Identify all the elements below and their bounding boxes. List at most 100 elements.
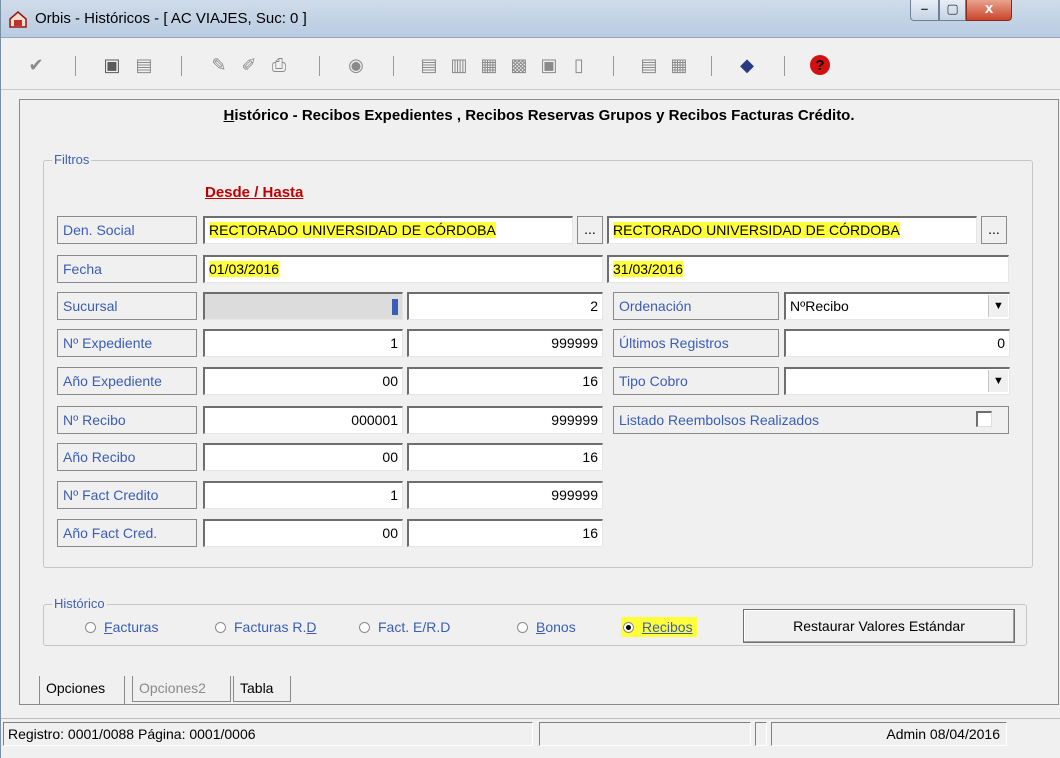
radio-dot	[623, 621, 634, 633]
ano-recibo-from-input[interactable]: 00	[203, 443, 403, 471]
n-fact-credito-from-input[interactable]: 1	[203, 481, 403, 509]
status-record-page: Registro: 0001/0088 Página: 0001/0006	[3, 722, 533, 746]
radio-recibos-label: ecibos	[652, 619, 693, 635]
check-icon[interactable]: ✔	[23, 52, 49, 78]
doc3-icon[interactable]: ▦	[476, 52, 502, 78]
den-social-to-input[interactable]: RECTORADO UNIVERSIDAD DE CÓRDOBA	[607, 216, 977, 244]
svg-text:?: ?	[815, 57, 824, 74]
app-icon	[9, 11, 27, 28]
book-icon[interactable]: ◆	[734, 52, 760, 78]
radio-recibos[interactable]: Recibos	[621, 617, 697, 637]
toolbar-separator	[75, 56, 76, 76]
den-social-from-input[interactable]: RECTORADO UNIVERSIDAD DE CÓRDOBA	[203, 216, 573, 244]
status-bar: Registro: 0001/0088 Página: 0001/0006 Ad…	[1, 718, 1060, 748]
page-title: Histórico - Recibos Expedientes , Recibo…	[19, 107, 1059, 124]
range-header: Desde / Hasta	[205, 184, 304, 201]
label-tipo-cobro: Tipo Cobro	[613, 367, 779, 395]
den-social-from-lookup-button[interactable]: ...	[577, 216, 603, 244]
fecha-to-value: 31/03/2016	[613, 261, 684, 277]
den-social-to-value: RECTORADO UNIVERSIDAD DE CÓRDOBA	[613, 222, 900, 238]
maximize-button[interactable]: ▢	[939, 0, 966, 21]
radio-facturas-label: acturas	[112, 619, 159, 635]
radio-dot	[359, 621, 370, 633]
close-button[interactable]: x	[966, 0, 1012, 21]
radio-bonos-label: onos	[545, 619, 576, 635]
doc1-icon[interactable]: ▤	[416, 52, 442, 78]
print-icon[interactable]: ⎙	[266, 52, 292, 78]
label-ano-expediente: Año Expediente	[57, 367, 197, 395]
sucursal-from-input[interactable]	[203, 292, 403, 320]
radio-recibos-highlight: Recibos	[621, 617, 697, 637]
label-sucursal: Sucursal	[57, 292, 197, 320]
n-expediente-from-input[interactable]: 1	[203, 329, 403, 357]
ano-expediente-to-input[interactable]: 16	[407, 367, 603, 395]
radio-dot	[85, 621, 96, 633]
chevron-down-icon[interactable]: ▼	[988, 370, 1008, 392]
listado-reembolsos-checkbox[interactable]	[976, 411, 992, 427]
doc5-icon[interactable]: ▣	[536, 52, 562, 78]
help-icon[interactable]: ?	[807, 52, 833, 78]
radio-fact-erd-label: Fact. E/R.D	[378, 619, 451, 635]
edit-icon[interactable]: ✐	[236, 52, 262, 78]
tab-opciones2[interactable]: Opciones2	[132, 676, 231, 702]
label-ano-fact-cred: Año Fact Cred.	[57, 519, 197, 547]
radio-facturas-rd-accel: D	[306, 619, 317, 635]
fecha-to-input[interactable]: 31/03/2016	[607, 255, 1009, 283]
radio-fact-erd[interactable]: Fact. E/R.D	[359, 617, 450, 637]
label-n-recibo: Nº Recibo	[57, 406, 197, 434]
n-fact-credito-to-input[interactable]: 999999	[407, 481, 603, 509]
n-recibo-to-input[interactable]: 999999	[407, 406, 603, 434]
window-title: Orbis - Históricos - [ AC VIAJES, Suc: 0…	[35, 10, 307, 27]
ano-expediente-from-input[interactable]: 00	[203, 367, 403, 395]
radio-facturas[interactable]: Facturas	[85, 617, 158, 637]
sucursal-to-input[interactable]: 2	[407, 292, 603, 320]
n-recibo-from-input[interactable]: 000001	[203, 406, 403, 434]
doc6-icon[interactable]: ▯	[566, 52, 592, 78]
maximize-icon: ▢	[946, 1, 959, 16]
orbis-window: Orbis - Históricos - [ AC VIAJES, Suc: 0…	[0, 0, 1060, 758]
radio-bonos[interactable]: Bonos	[517, 617, 576, 637]
radio-facturas-rd[interactable]: Facturas R.D	[215, 617, 316, 637]
ultimos-registros-input[interactable]: 0	[784, 329, 1010, 357]
import-icon[interactable]: ▣	[99, 52, 125, 78]
minimize-button[interactable]: –	[910, 0, 939, 21]
fecha-from-input[interactable]: 01/03/2016	[203, 255, 603, 283]
export-icon[interactable]: ▤	[131, 52, 157, 78]
tab-tabla[interactable]: Tabla	[233, 676, 291, 702]
radio-recibos-accel: R	[642, 619, 653, 635]
den-social-from-value: RECTORADO UNIVERSIDAD DE CÓRDOBA	[209, 222, 496, 238]
ano-recibo-to-input[interactable]: 16	[407, 443, 603, 471]
doc7-icon[interactable]: ▤	[636, 52, 662, 78]
doc2-icon[interactable]: ▥	[446, 52, 472, 78]
page-title-text: istórico - Recibos Expedientes , Recibos…	[234, 107, 855, 124]
label-n-fact-credito: Nº Fact Credito	[57, 481, 197, 509]
label-den-social: Den. Social	[57, 216, 197, 244]
den-social-to-lookup-button[interactable]: ...	[981, 216, 1007, 244]
title-bar: Orbis - Históricos - [ AC VIAJES, Suc: 0…	[1, 0, 1060, 38]
ordenacion-value: NºRecibo	[790, 298, 849, 314]
label-listado-reembolsos: Listado Reembolsos Realizados	[613, 406, 1009, 434]
tab-opciones[interactable]: Opciones	[39, 676, 125, 705]
text-caret	[392, 299, 398, 316]
toolbar-separator	[784, 56, 785, 76]
doc8-icon[interactable]: ▦	[666, 52, 692, 78]
help-icon-graphic: ?	[810, 55, 830, 75]
label-ultimos-registros: Últimos Registros	[613, 329, 779, 357]
tipo-cobro-select[interactable]: ▼	[784, 367, 1010, 395]
ano-fact-cred-to-input[interactable]: 16	[407, 519, 603, 547]
pencil-icon[interactable]: ✎	[206, 52, 232, 78]
doc4-icon[interactable]: ▩	[506, 52, 532, 78]
status-panel-small	[755, 722, 767, 746]
toolbar-separator	[711, 56, 712, 76]
radio-facturas-accel: F	[104, 619, 113, 635]
ano-fact-cred-from-input[interactable]: 00	[203, 519, 403, 547]
ordenacion-select[interactable]: NºRecibo ▼	[784, 292, 1010, 320]
restaurar-valores-button[interactable]: Restaurar Valores Estándar	[743, 609, 1015, 643]
radio-dot	[215, 621, 226, 633]
radio-dot	[517, 621, 528, 633]
disk-icon[interactable]: ◉	[343, 52, 369, 78]
chevron-down-icon[interactable]: ▼	[988, 295, 1008, 317]
label-ordenacion: Ordenación	[613, 292, 779, 320]
fecha-from-value: 01/03/2016	[209, 261, 280, 277]
n-expediente-to-input[interactable]: 999999	[407, 329, 603, 357]
